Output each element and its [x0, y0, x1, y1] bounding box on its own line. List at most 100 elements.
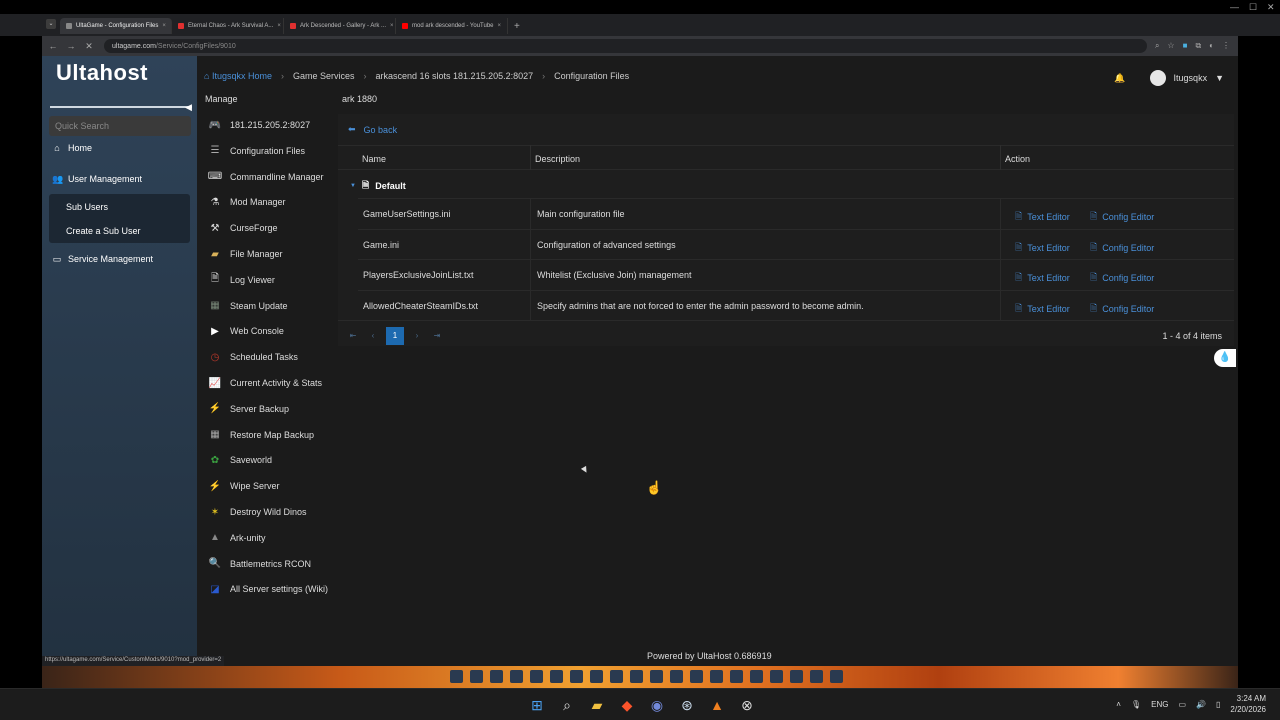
manage-item[interactable]: 🎮 181.215.205.2:8027 [207, 118, 310, 132]
next-page-button[interactable]: › [408, 327, 426, 345]
sidebar-item-home[interactable]: ⌂ Home [52, 143, 92, 153]
app-icon[interactable] [750, 670, 763, 683]
text-editor-button[interactable]: 🗎 Text Editor [1015, 209, 1070, 225]
user-menu[interactable]: 🔔 Itugsqkx ▼ [1114, 70, 1224, 86]
app-icon[interactable] [510, 670, 523, 683]
column-description[interactable]: Description [535, 154, 580, 164]
manage-item[interactable]: ▰ File Manager [207, 247, 282, 261]
app-icon[interactable]: ⊗ [737, 695, 757, 715]
folder-icon[interactable]: ▰ [587, 695, 607, 715]
text-editor-button[interactable]: 🗎 Text Editor [1015, 301, 1070, 317]
new-tab-button[interactable]: + [514, 21, 520, 32]
back-icon[interactable]: ← [46, 41, 60, 51]
manage-item[interactable]: ⚡ Wipe Server [207, 479, 280, 493]
brave-icon[interactable]: ◆ [617, 695, 637, 715]
manage-item[interactable]: ⚗ Mod Manager [207, 195, 286, 209]
manage-item[interactable]: ⌨ Commandline Manager [207, 170, 324, 184]
close-tab-icon[interactable]: × [162, 23, 166, 29]
close-tab-icon[interactable]: × [277, 23, 281, 29]
close-tab-icon[interactable]: × [498, 23, 502, 29]
close-icon[interactable]: ✕ [1267, 2, 1275, 13]
monitor-icon[interactable]: ▭ [1178, 700, 1186, 709]
app-icon[interactable] [450, 670, 463, 683]
tab-search-icon[interactable]: ⌄ [46, 19, 56, 29]
app-icon[interactable] [550, 670, 563, 683]
app-icon[interactable]: ▲ [707, 695, 727, 715]
config-editor-button[interactable]: 🗎 Config Editor [1090, 240, 1154, 256]
manage-item[interactable]: ☰ Configuration Files [207, 144, 306, 158]
sidebar-item-sub-users[interactable]: Sub Users [66, 202, 108, 212]
column-name[interactable]: Name [362, 154, 386, 164]
breadcrumb-game-services[interactable]: Game Services [293, 71, 355, 81]
collapse-sidebar-icon[interactable]: ◀ [185, 102, 192, 113]
tab-youtube[interactable]: mod ark descended - YouTube × [396, 18, 508, 34]
app-icon[interactable] [610, 670, 623, 683]
app-icon[interactable] [770, 670, 783, 683]
app-icon[interactable] [710, 670, 723, 683]
menu-icon[interactable]: ⋮ [1222, 41, 1230, 51]
manage-item[interactable]: ▦ Restore Map Backup [207, 428, 314, 442]
text-editor-button[interactable]: 🗎 Text Editor [1015, 270, 1070, 286]
config-editor-button[interactable]: 🗎 Config Editor [1090, 301, 1154, 317]
avatar[interactable] [1149, 70, 1166, 86]
chat-widget-button[interactable]: 💧 [1214, 349, 1236, 367]
manage-item[interactable]: ⚒ CurseForge [207, 221, 278, 235]
config-editor-button[interactable]: 🗎 Config Editor [1090, 270, 1154, 286]
bell-icon[interactable]: 🔔 [1114, 73, 1125, 84]
bookmark-star-icon[interactable]: ☆ [1167, 41, 1174, 51]
app-icon[interactable] [570, 670, 583, 683]
stop-icon[interactable]: ✕ [82, 41, 96, 52]
manage-item[interactable]: ▶ Web Console [207, 324, 284, 338]
app-icon[interactable] [810, 670, 823, 683]
manage-item[interactable]: 📈 Current Activity & Stats [207, 376, 322, 390]
close-tab-icon[interactable]: × [390, 23, 394, 29]
minimize-icon[interactable]: — [1230, 2, 1239, 12]
manage-item[interactable]: ⚡ Server Backup [207, 402, 289, 416]
tab-eternal-chaos[interactable]: Eternal Chaos - Ark Survival A... × [172, 18, 284, 34]
manage-item[interactable]: ▦ Steam Update [207, 299, 287, 313]
search-icon[interactable]: ⌕ [557, 695, 577, 715]
app-icon[interactable] [790, 670, 803, 683]
quick-search-input[interactable] [49, 116, 191, 136]
page-button[interactable]: 1 [386, 327, 404, 345]
app-icon[interactable] [470, 670, 483, 683]
profile-icon[interactable]: ◐ [1209, 41, 1214, 51]
manage-item[interactable]: ✶ Destroy Wild Dinos [207, 505, 307, 519]
sidebar-item-create-sub-user[interactable]: Create a Sub User [66, 226, 141, 236]
volume-icon[interactable]: 🔊 [1196, 700, 1206, 709]
username[interactable]: Itugsqkx [1174, 73, 1208, 83]
breadcrumb-home[interactable]: ⌂ Itugsqkx Home [204, 71, 272, 81]
config-editor-button[interactable]: 🗎 Config Editor [1090, 209, 1154, 225]
manage-item[interactable]: ▲ Ark-unity [207, 531, 265, 545]
extension-icon[interactable]: ■ [1183, 41, 1188, 51]
manage-item[interactable]: ◷ Scheduled Tasks [207, 350, 298, 364]
steam-icon[interactable]: ⊛ [677, 695, 697, 715]
first-page-button[interactable]: ⇤ [344, 327, 362, 345]
app-icon[interactable] [690, 670, 703, 683]
manage-item[interactable]: ✿ Saveworld [207, 453, 272, 467]
tab-ultagame[interactable]: UltaGame - Configuration Files × [60, 18, 172, 34]
start-icon[interactable]: ⊞ [527, 695, 547, 715]
manage-item[interactable]: ◪ All Server settings (Wiki) [207, 582, 328, 596]
go-back-link[interactable]: ⬅ Go back [348, 124, 397, 135]
app-icon[interactable] [630, 670, 643, 683]
battery-icon[interactable]: ▯ [1216, 700, 1220, 709]
last-page-button[interactable]: ⇥ [428, 327, 446, 345]
manage-item[interactable]: 🗎 Log Viewer [207, 273, 275, 287]
tab-ark-descended[interactable]: Ark Descended - Gallery - Ark ... × [284, 18, 396, 34]
clock[interactable]: 3:24 AM 2/20/2026 [1230, 693, 1266, 715]
app-icon[interactable] [730, 670, 743, 683]
breadcrumb-server[interactable]: arkascend 16 slots 181.215.205.2:8027 [376, 71, 534, 81]
sidebar-item-user-management[interactable]: 👥 User Management [52, 174, 142, 184]
puzzle-icon[interactable]: ⧉ [1195, 41, 1201, 51]
chevron-up-icon[interactable]: ˄ [1116, 700, 1121, 709]
zoom-icon[interactable]: ⌕ [1155, 41, 1159, 51]
app-icon[interactable] [650, 670, 663, 683]
column-action[interactable]: Action [1005, 154, 1030, 164]
app-icon[interactable] [830, 670, 843, 683]
forward-icon[interactable]: → [64, 41, 78, 51]
group-default[interactable]: ▼ 🗎 Default [350, 178, 406, 194]
language-indicator[interactable]: ENG [1151, 700, 1168, 709]
ultahost-logo[interactable]: Ultahost [56, 60, 148, 86]
maximize-icon[interactable]: ☐ [1249, 2, 1257, 13]
